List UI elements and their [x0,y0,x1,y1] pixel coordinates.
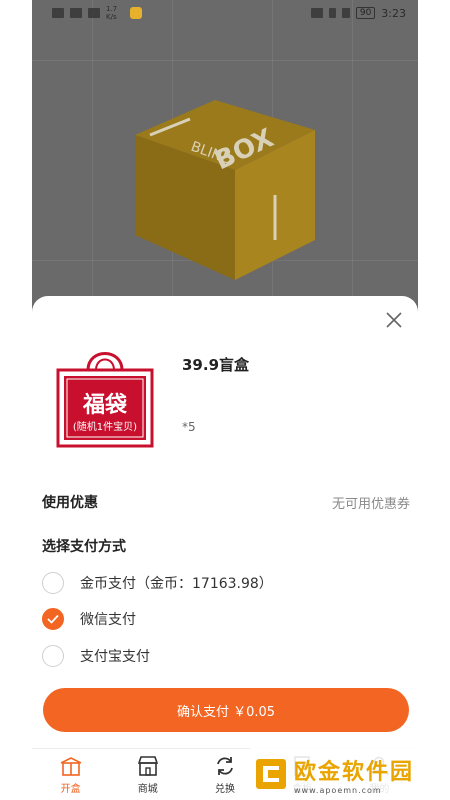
payment-method-label: 选择支付方式 [42,539,126,555]
bag-main-text: 福袋 [82,392,128,418]
coupon-value: 无可用优惠券 [331,496,410,512]
watermark-title: 欧金软件园 [294,759,415,785]
battery-indicator: 90 [355,7,376,19]
background-scene: 1.7 K/s 90 3:23 BLIND BOX [0,0,450,330]
signal-icon [70,8,82,18]
bluetooth-icon [328,8,336,18]
radio-button-checked[interactable] [42,608,64,630]
blind-box-illustration: BLIND BOX [135,100,315,280]
tab-label: 开盒 [60,784,81,795]
net-speed: 1.7 K/s [106,5,118,21]
watermark: 欧金软件园 www.apoemn.com [250,748,446,800]
gift-box-icon [59,754,83,778]
notification-icon [130,7,142,19]
pay-option-label: 微信支付 [80,612,136,628]
tab-open-box[interactable]: 开盒 [32,749,109,800]
product-title: 39.9盲盒 [182,356,250,374]
radio-button[interactable] [42,572,64,594]
coupon-label: 使用优惠 [42,495,98,511]
pay-option-label: 支付宝支付 [80,649,150,665]
clock: 3:23 [381,6,406,20]
product-image: 福袋 (随机1件宝贝) [50,340,160,450]
status-bar: 1.7 K/s 90 3:23 [32,0,418,26]
pay-option-coins[interactable]: 金币支付（金币：17163.98） [42,572,273,594]
pay-option-wechat[interactable]: 微信支付 [42,608,136,630]
product-quantity: *5 [182,420,196,434]
vibrate-icon [341,8,350,18]
signal-icon [52,8,64,18]
coupon-row[interactable]: 使用优惠 无可用优惠券 [42,492,410,512]
confirm-payment-button[interactable]: 确认支付 ￥0.05 [43,688,409,732]
tab-label: 商城 [137,784,158,795]
alarm-icon [310,8,323,18]
check-icon [47,614,59,624]
bag-sub-text: (随机1件宝贝) [73,420,137,433]
tab-store[interactable]: 商城 [109,749,186,800]
watermark-logo-icon [254,757,288,791]
payment-sheet: 福袋 (随机1件宝贝) 39.9盲盒 *5 使用优惠 无可用优惠券 选择支付方式… [32,296,418,746]
wifi-icon [88,8,100,18]
radio-button[interactable] [42,645,64,667]
store-icon [136,754,160,778]
pay-option-label: 金币支付（金币：17163.98） [80,576,273,592]
pay-option-alipay[interactable]: 支付宝支付 [42,645,150,667]
exchange-icon [213,754,237,778]
watermark-url: www.apoemn.com [294,785,382,795]
close-icon[interactable] [384,310,404,330]
tab-label: 兑换 [215,784,235,795]
